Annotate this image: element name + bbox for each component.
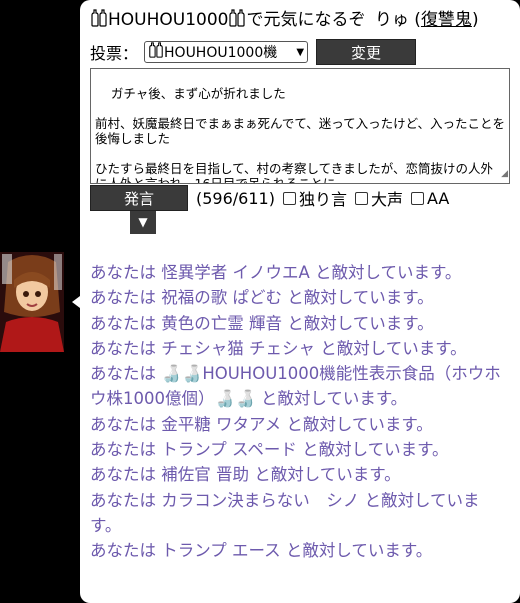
- vote-select[interactable]: HOUHOU1000機 ▼: [144, 41, 309, 63]
- list-item: あなたは 🍶🍶HOUHOU1000機能性表示食品（ホウホウ株1000億個）🍶🍶 …: [90, 364, 501, 409]
- monologue-label: 独り言: [298, 190, 347, 209]
- textarea-content: ガチャ後、まず心が折れました 前村、妖魔最終日でまぁまぁ死んでて、迷って入ったけ…: [95, 86, 506, 184]
- vote-select-value: HOUHOU1000機: [164, 45, 278, 61]
- list-item: あなたは 補佐官 晋助 と敵対しています。: [90, 465, 401, 485]
- aa-checkbox[interactable]: AA: [410, 188, 450, 208]
- bottle-icon: [228, 9, 246, 34]
- aa-label: AA: [426, 188, 450, 208]
- bottle-icon: [148, 42, 164, 62]
- checkbox-box[interactable]: [282, 191, 296, 205]
- main-panel: HOUHOU1000 で元気になるぞ りゅ (復讐鬼) 投票： HOUHOU100…: [80, 0, 520, 603]
- ru-label: りゅ: [374, 10, 409, 30]
- checkbox-box[interactable]: [410, 191, 424, 205]
- speak-button[interactable]: 発言: [90, 185, 188, 211]
- title-suffix: で元気になるぞ: [246, 10, 366, 30]
- list-item: あなたは チェシャ猫 チェシャ と敵対しています。: [90, 338, 467, 358]
- vote-label: 投票：: [90, 44, 139, 63]
- list-item: あなたは カラコン決まらない シノ と敵対しています。: [90, 490, 480, 535]
- player-avatar: [0, 252, 64, 352]
- list-item: あなたは トランプ スペード と敵対しています。: [90, 440, 449, 460]
- player-name: HOUHOU1000: [108, 10, 229, 30]
- role-link[interactable]: 復讐鬼: [421, 10, 472, 30]
- resize-handle-icon[interactable]: ◢: [501, 167, 508, 182]
- speech-tail: [72, 296, 80, 308]
- message-textarea[interactable]: ガチャ後、まず心が折れました 前村、妖魔最終日でまぁまぁ死んでて、迷って入ったけ…: [90, 68, 510, 184]
- chevron-down-icon: ▼: [296, 46, 305, 58]
- bottle-icon: [90, 9, 108, 34]
- page-title: HOUHOU1000 で元気になるぞ りゅ (復讐鬼): [90, 8, 510, 34]
- dropdown-arrow-button[interactable]: ▼: [130, 210, 156, 234]
- char-count: (596/611): [196, 188, 275, 208]
- checkbox-box[interactable]: [354, 191, 368, 205]
- vote-row: 投票： HOUHOU1000機 ▼ 変更: [90, 39, 510, 65]
- loud-label: 大声: [370, 190, 403, 209]
- action-row: 発言 (596/611) 独り言 大声 AA: [90, 185, 510, 211]
- list-item: あなたは 祝福の歌 ぱどむ と敵対しています。: [90, 288, 434, 308]
- message-list: あなたは 怪異学者 イノウエA と敵対しています。 あなたは 祝福の歌 ぱどむ …: [90, 260, 510, 564]
- list-item: あなたは 金平糖 ワタアメ と敵対しています。: [90, 414, 433, 434]
- change-button[interactable]: 変更: [316, 39, 417, 65]
- loud-checkbox[interactable]: 大声: [354, 186, 403, 210]
- list-item: あなたは 黄色の亡霊 輝音 と敵対しています。: [90, 313, 434, 333]
- monologue-checkbox[interactable]: 独り言: [282, 186, 347, 210]
- list-item: あなたは トランプ エース と敵対しています。: [90, 541, 433, 561]
- list-item: あなたは 怪異学者 イノウエA と敵対しています。: [90, 263, 462, 282]
